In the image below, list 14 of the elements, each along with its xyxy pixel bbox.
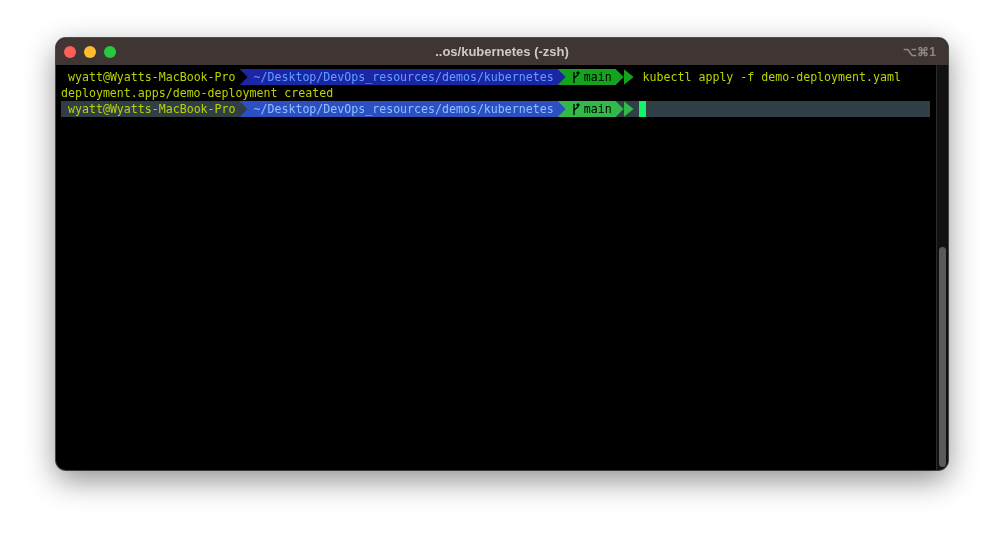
zoom-button[interactable] xyxy=(104,45,116,58)
path-segment: ~/Desktop/DevOps_resources/demos/kubernetes xyxy=(239,101,566,117)
minimize-button[interactable] xyxy=(84,45,96,58)
scrollbar-track[interactable] xyxy=(936,65,948,470)
output-text: deployment.apps/demo-deployment created xyxy=(61,85,335,101)
close-button[interactable] xyxy=(64,45,76,58)
branch-icon xyxy=(571,103,580,115)
path-segment: ~/Desktop/DevOps_resources/demos/kubernetes xyxy=(239,69,566,85)
shortcut-label: ⌥⌘1 xyxy=(903,44,936,59)
window-title: ..os/kubernetes (-zsh) xyxy=(435,44,569,59)
text-cursor xyxy=(638,101,646,117)
scrollbar-thumb[interactable] xyxy=(939,247,946,467)
command-text: kubectl apply -f demo-deployment.yaml xyxy=(642,70,901,84)
branch-icon xyxy=(571,71,580,83)
